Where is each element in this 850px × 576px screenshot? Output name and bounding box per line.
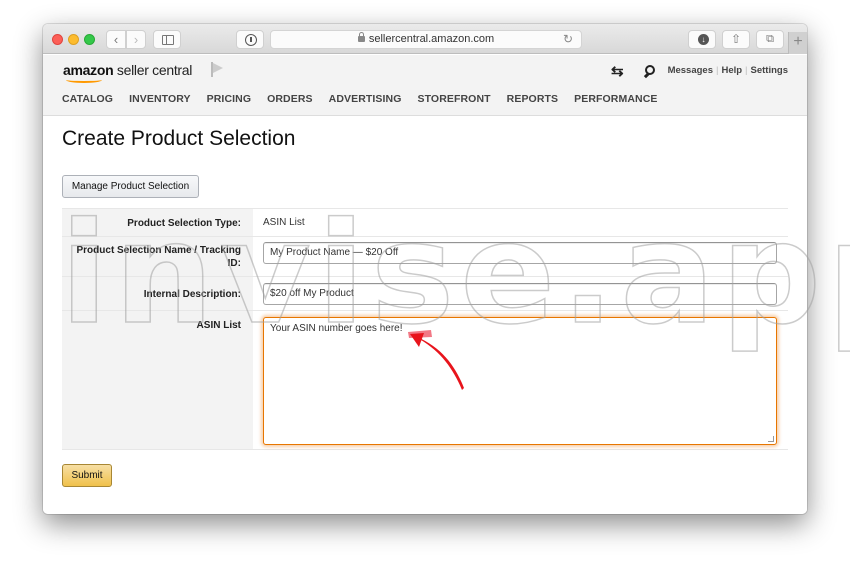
asin-text: Your ASIN number goes here! (270, 323, 403, 334)
minimize-window-button[interactable] (68, 34, 79, 45)
new-tab-button[interactable]: + (788, 32, 807, 54)
description-input[interactable]: $20 off My Product (263, 283, 777, 305)
resize-handle-icon[interactable] (768, 436, 774, 442)
nav-storefront[interactable]: STOREFRONT (418, 93, 491, 105)
asin-label: ASIN List (196, 320, 241, 331)
amazon-smile-icon (66, 77, 102, 83)
share-button[interactable]: ⇧ (722, 30, 750, 49)
page-content: Create Product Selection Manage Product … (43, 117, 807, 514)
downloads-button[interactable]: ↓ (688, 30, 716, 49)
amazon-seller-central-logo[interactable]: amazon seller central (63, 62, 192, 78)
seller-central-header: amazon seller central ⇆ Messages | Help | Se… (43, 55, 807, 116)
nav-advertising[interactable]: ADVERTISING (329, 93, 402, 105)
sidebar-icon (162, 35, 174, 45)
logo-amazon: amazon (63, 62, 114, 78)
main-nav: CATALOG INVENTORY PRICING ORDERS ADVERTI… (62, 93, 657, 105)
chevron-left-icon: ‹ (113, 32, 119, 47)
type-label: Product Selection Type: (127, 218, 241, 229)
tabs-icon: ⧉ (766, 33, 774, 45)
show-tabs-button[interactable]: ⧉ (756, 30, 784, 49)
manage-product-selection-button[interactable]: Manage Product Selection (62, 175, 199, 198)
download-icon: ↓ (698, 34, 709, 45)
page-title: Create Product Selection (62, 127, 296, 150)
address-bar[interactable]: sellercentral.amazon.com ↻ (270, 30, 582, 49)
description-label: Internal Description: (143, 289, 241, 300)
form-row-asin: ASIN List Your ASIN number goes here! (62, 310, 788, 450)
nav-orders[interactable]: ORDERS (267, 93, 313, 105)
form-row-type: Product Selection Type: ASIN List (62, 208, 788, 236)
info-circle-icon (245, 34, 257, 46)
messages-link[interactable]: Messages (668, 65, 713, 76)
browser-window: ‹ › sellercentral.amazon.com ↻ ↓ ⇧ ⧉ + a… (43, 24, 807, 514)
flag-icon[interactable] (211, 62, 225, 78)
submit-button[interactable]: Submit (62, 464, 112, 487)
share-icon: ⇧ (730, 32, 742, 46)
top-links: Messages | Help | Settings (667, 65, 788, 76)
browser-toolbar: ‹ › sellercentral.amazon.com ↻ ↓ ⇧ ⧉ + (43, 24, 807, 54)
plus-icon: + (793, 33, 803, 50)
nav-reports[interactable]: REPORTS (507, 93, 558, 105)
product-selection-form: Product Selection Type: ASIN List Produc… (62, 208, 788, 450)
nav-inventory[interactable]: INVENTORY (129, 93, 191, 105)
form-row-name: Product Selection Name / Tracking ID: My… (62, 236, 788, 276)
close-window-button[interactable] (52, 34, 63, 45)
lock-icon (357, 32, 365, 42)
form-row-description: Internal Description: $20 off My Product (62, 276, 788, 310)
asin-list-textarea[interactable]: Your ASIN number goes here! (263, 317, 777, 445)
type-value: ASIN List (263, 217, 305, 228)
nav-pricing[interactable]: PRICING (207, 93, 251, 105)
logo-seller-central: seller central (113, 62, 193, 78)
reload-icon[interactable]: ↻ (563, 31, 573, 48)
name-label: Product Selection Name / Tracking ID: (76, 245, 242, 269)
name-input[interactable]: My Product Name — $20 Off (263, 242, 777, 264)
privacy-report-button[interactable] (236, 30, 264, 49)
help-link[interactable]: Help (721, 65, 742, 76)
forward-button[interactable]: › (126, 30, 146, 49)
url-text: sellercentral.amazon.com (368, 33, 495, 45)
switch-accounts-icon[interactable]: ⇆ (611, 62, 624, 80)
settings-link[interactable]: Settings (751, 65, 788, 76)
nav-catalog[interactable]: CATALOG (62, 93, 113, 105)
chevron-right-icon: › (133, 32, 139, 47)
sidebar-toggle-button[interactable] (153, 30, 181, 49)
nav-performance[interactable]: PERFORMANCE (574, 93, 657, 105)
back-button[interactable]: ‹ (106, 30, 126, 49)
zoom-window-button[interactable] (84, 34, 95, 45)
